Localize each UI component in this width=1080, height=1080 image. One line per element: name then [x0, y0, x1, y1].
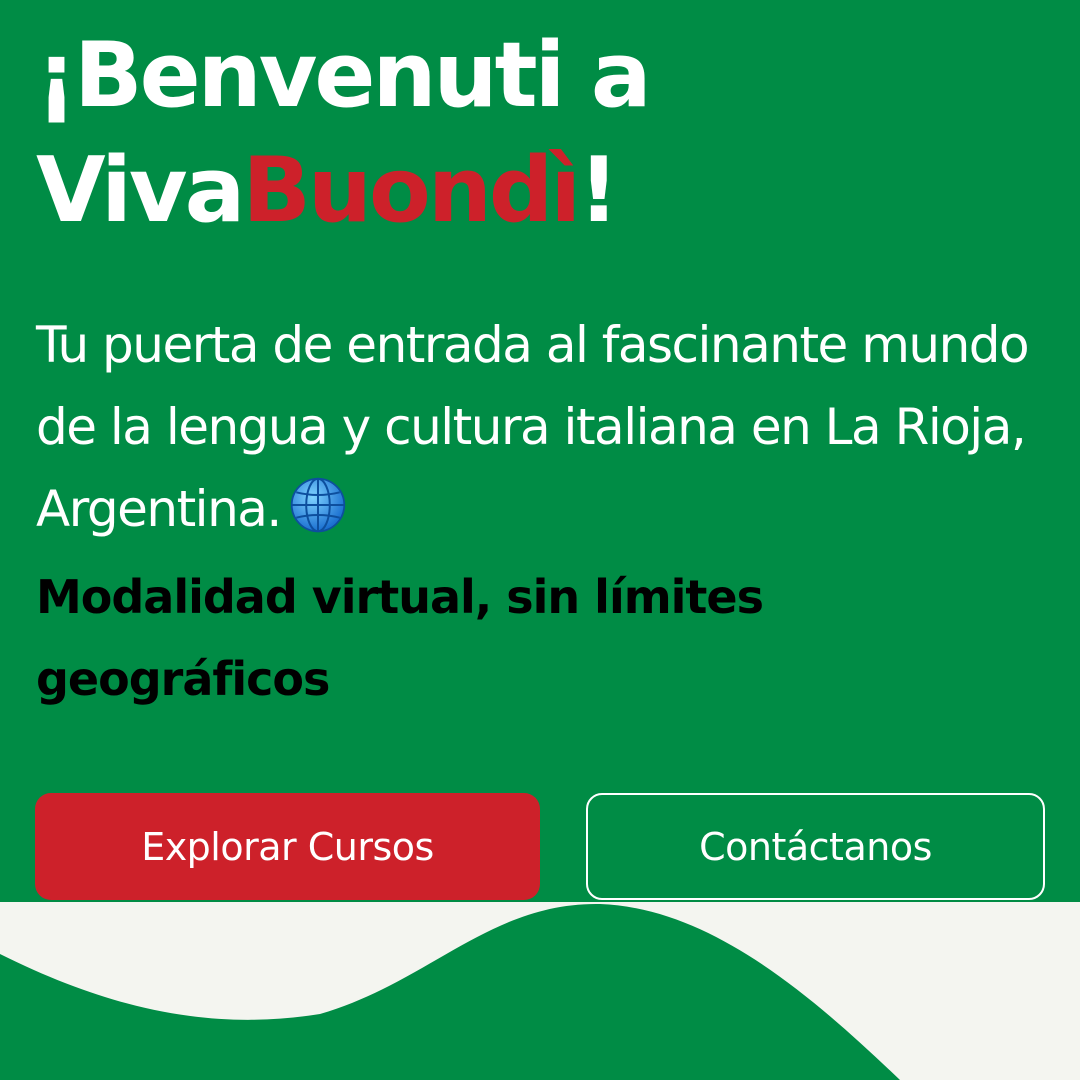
contact-button[interactable]: Contáctanos — [586, 793, 1045, 900]
hero-title-suffix: ! — [578, 138, 619, 243]
globe-icon — [290, 477, 345, 533]
hero-highlight: Modalidad virtual, sin límites geográfic… — [36, 570, 764, 706]
brand-name-accent: Buondì — [242, 138, 581, 243]
hero-title: ¡Benvenuti a VivaBuondì! — [36, 18, 1036, 248]
hero-subtitle-text: Tu puerta de entrada al fascinante mundo… — [36, 316, 1030, 538]
brand-name-prefix: Viva — [36, 138, 245, 243]
hero-title-line1: ¡Benvenuti a — [36, 23, 652, 128]
hero-subtitle: Tu puerta de entrada al fascinante mundo… — [36, 304, 1046, 550]
explore-courses-button[interactable]: Explorar Cursos — [35, 793, 540, 900]
wave-divider — [0, 902, 1080, 1080]
